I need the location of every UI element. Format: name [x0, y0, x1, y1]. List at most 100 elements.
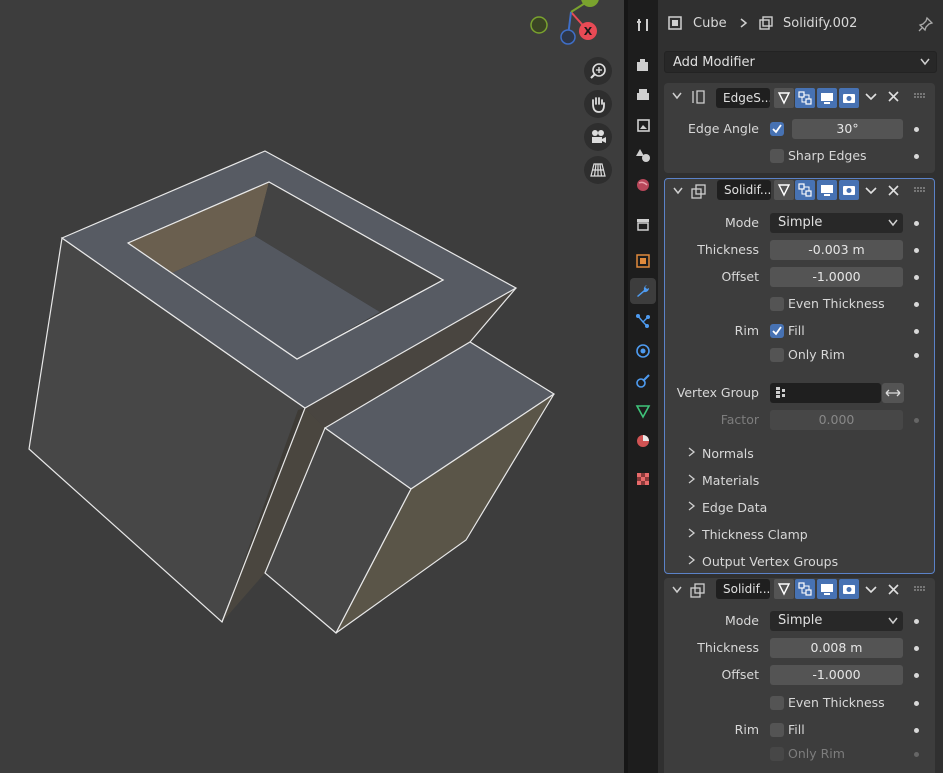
zoom-button[interactable] [584, 57, 612, 85]
edit-cage-toggle[interactable] [774, 579, 794, 599]
view-layer-icon [637, 119, 650, 132]
edit-mode-toggle[interactable] [795, 88, 815, 108]
collapse-chevron-icon[interactable] [672, 586, 682, 594]
even-thickness-checkbox[interactable] [770, 297, 784, 311]
chevron-right-icon[interactable] [687, 474, 697, 484]
modifier-header[interactable]: EdgeS... [664, 83, 935, 109]
edge-angle-field[interactable]: 30° [792, 119, 903, 139]
collapse-chevron-icon[interactable] [672, 92, 682, 100]
factor-field[interactable]: 0.000 [770, 410, 903, 430]
keyframe-dot[interactable] [914, 701, 919, 706]
dropdown-arrow-icon[interactable] [865, 187, 877, 195]
keyframe-dot[interactable] [914, 127, 919, 132]
tab-physics[interactable] [630, 338, 656, 364]
keyframe-dot[interactable] [914, 673, 919, 678]
drag-handle-icon[interactable] [914, 187, 926, 193]
edge-angle-checkbox[interactable] [770, 122, 784, 136]
close-icon[interactable] [888, 584, 899, 595]
pan-button[interactable] [584, 90, 612, 118]
close-icon[interactable] [888, 91, 899, 102]
only-rim-checkbox[interactable] [770, 348, 784, 362]
gizmo-neg-z[interactable] [560, 29, 576, 45]
tab-collection[interactable] [630, 211, 656, 237]
edit-cage-toggle[interactable] [774, 88, 794, 108]
subpanel-thickness-clamp[interactable]: Thickness Clamp [702, 527, 808, 542]
drag-handle-icon[interactable] [914, 93, 926, 99]
gizmo-y-axis[interactable] [581, 0, 599, 7]
modifier-name-field[interactable]: Solidif... [716, 579, 770, 599]
collapse-chevron-icon[interactable] [673, 187, 683, 195]
sharp-edges-checkbox[interactable] [770, 149, 784, 163]
tab-output[interactable] [630, 82, 656, 108]
keyframe-dot[interactable] [914, 329, 919, 334]
even-thickness-checkbox[interactable] [770, 696, 784, 710]
tab-view-layer[interactable] [630, 112, 656, 138]
modifier-header[interactable]: Solidif... [665, 179, 934, 205]
modifier-name-field[interactable]: Solidif... [717, 180, 771, 200]
keyframe-dot[interactable] [914, 221, 919, 226]
render-toggle[interactable] [839, 88, 859, 108]
dropdown-arrow-icon[interactable] [865, 586, 877, 594]
fill-checkbox[interactable] [770, 723, 784, 737]
camera-view-button[interactable] [584, 123, 612, 151]
gizmo-neg-y[interactable] [530, 16, 548, 34]
tab-world[interactable] [630, 172, 656, 198]
subpanel-normals[interactable]: Normals [702, 446, 754, 461]
keyframe-dot[interactable] [914, 646, 919, 651]
keyframe-dot[interactable] [914, 275, 919, 280]
invert-vertex-group-button[interactable] [882, 383, 904, 403]
dropdown-arrow-icon[interactable] [865, 93, 877, 101]
chevron-right-icon[interactable] [687, 528, 697, 538]
keyframe-dot[interactable] [914, 154, 919, 159]
viewport-toggle[interactable] [817, 579, 837, 599]
subpanel-edge-data[interactable]: Edge Data [702, 500, 767, 515]
chevron-right-icon[interactable] [687, 447, 697, 457]
subpanel-output-vertex-groups[interactable]: Output Vertex Groups [702, 554, 838, 569]
offset-field[interactable]: -1.0000 [770, 267, 903, 287]
thickness-field[interactable]: 0.008 m [770, 638, 903, 658]
chevron-right-icon[interactable] [687, 555, 697, 565]
3d-viewport[interactable]: X [0, 0, 624, 773]
subpanel-materials[interactable]: Materials [702, 473, 759, 488]
tab-tool[interactable] [630, 12, 656, 38]
tab-constraints[interactable] [630, 368, 656, 394]
viewport-toggle[interactable] [817, 88, 837, 108]
thickness-field[interactable]: -0.003 m [770, 240, 903, 260]
tab-render[interactable] [630, 52, 656, 78]
drag-handle-icon[interactable] [914, 586, 926, 592]
perspective-toggle-button[interactable] [584, 156, 612, 184]
navigation-gizmo[interactable]: X [520, 0, 624, 50]
edit-mode-toggle[interactable] [795, 180, 815, 200]
offset-field[interactable]: -1.0000 [770, 665, 903, 685]
keyframe-dot[interactable] [914, 728, 919, 733]
modifier-name-field[interactable]: EdgeS... [716, 88, 770, 108]
keyframe-dot[interactable] [914, 302, 919, 307]
modifier-header[interactable]: Solidif... [664, 578, 935, 604]
tab-data[interactable] [630, 398, 656, 424]
tab-material[interactable] [630, 428, 656, 454]
mode-dropdown[interactable]: Simple [770, 213, 903, 233]
tab-texture[interactable] [630, 466, 656, 492]
render-toggle[interactable] [839, 180, 859, 200]
only-rim-checkbox[interactable] [770, 747, 784, 761]
tab-object[interactable] [630, 248, 656, 274]
tab-modifiers[interactable] [630, 278, 656, 304]
keyframe-dot[interactable] [914, 619, 919, 624]
render-toggle[interactable] [839, 579, 859, 599]
viewport-toggle[interactable] [817, 180, 837, 200]
chevron-right-icon[interactable] [687, 501, 697, 511]
add-modifier-dropdown[interactable]: Add Modifier [664, 51, 937, 73]
edit-mode-toggle[interactable] [795, 579, 815, 599]
fill-checkbox[interactable] [770, 324, 784, 338]
vertex-group-field[interactable] [770, 383, 881, 403]
edit-cage-toggle[interactable] [774, 180, 794, 200]
keyframe-dot[interactable] [914, 353, 919, 358]
scene-mesh[interactable] [0, 0, 624, 773]
mode-dropdown[interactable]: Simple [770, 611, 903, 631]
data-icon [635, 405, 651, 419]
close-icon[interactable] [888, 185, 899, 196]
tab-particles[interactable] [630, 308, 656, 334]
keyframe-dot[interactable] [914, 248, 919, 253]
tab-scene[interactable] [630, 142, 656, 168]
pin-icon[interactable] [918, 16, 934, 32]
